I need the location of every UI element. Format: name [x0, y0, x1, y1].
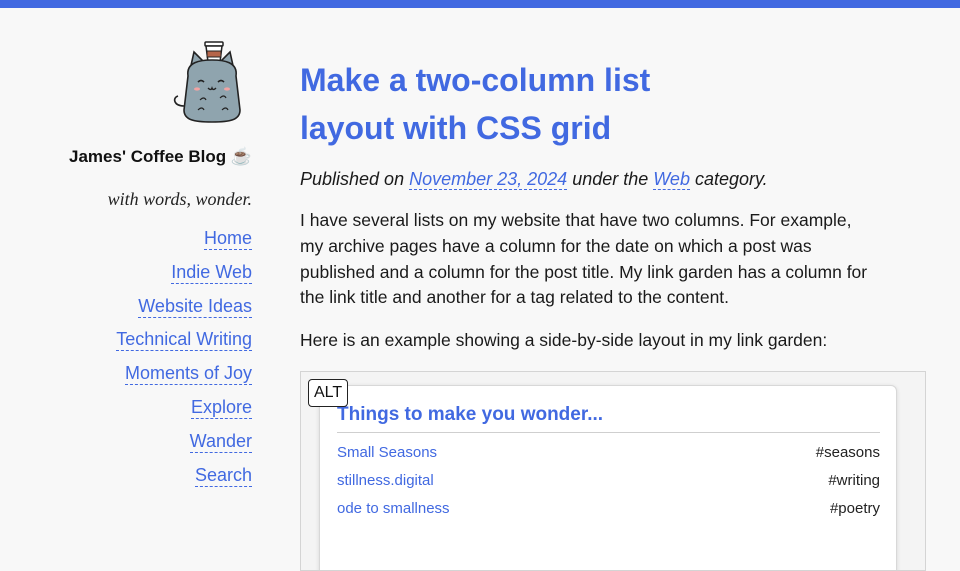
- blog-title[interactable]: James' Coffee Blog ☕: [60, 144, 252, 170]
- post-title: Make a two-column list layout with CSS g…: [300, 62, 651, 146]
- nav-item-search[interactable]: Search: [60, 459, 252, 493]
- nav-item-wander[interactable]: Wander: [60, 425, 252, 459]
- post-paragraph: Here is an example showing a side-by-sid…: [300, 330, 828, 351]
- alt-text-button[interactable]: ALT: [308, 378, 349, 407]
- blog-tagline: with words, wonder.: [107, 189, 252, 209]
- post-category-link[interactable]: Web: [653, 169, 690, 190]
- post-figure: ALT Things to make you wonder... Small S…: [300, 370, 926, 571]
- blog-avatar-link[interactable]: [60, 40, 252, 124]
- post-meta: Published on November 23, 2024 under the…: [300, 169, 768, 190]
- top-accent-bar: [0, 0, 960, 8]
- cat-with-coffee-avatar: [173, 41, 241, 123]
- nav-item-home[interactable]: Home: [60, 222, 252, 256]
- list-item: ode to smallness #poetry: [337, 500, 880, 524]
- screenshot-heading: Things to make you wonder...: [337, 403, 604, 425]
- nav-item-moments-of-joy[interactable]: Moments of Joy: [60, 357, 252, 391]
- list-item-tag: #writing: [828, 471, 880, 489]
- nav-item-explore[interactable]: Explore: [60, 391, 252, 425]
- sidebar: James' Coffee Blog ☕ with words, wonder.…: [60, 40, 252, 492]
- screenshot-divider: [337, 431, 880, 433]
- list-item-link: ode to smallness: [337, 499, 450, 517]
- post-date-link[interactable]: November 23, 2024: [409, 169, 568, 190]
- list-item-link: Small Seasons: [337, 443, 438, 461]
- list-item-tag: #poetry: [829, 499, 880, 517]
- link-garden-screenshot: Things to make you wonder... Small Seaso…: [319, 384, 897, 570]
- list-item: stillness.digital #writing: [337, 472, 880, 496]
- main-content: Make a two-column list layout with CSS g…: [300, 56, 926, 571]
- post-paragraph: I have several lists on my website that …: [300, 210, 868, 308]
- sidebar-nav: Home Indie Web Website Ideas Technical W…: [60, 222, 252, 492]
- list-item: Small Seasons #seasons: [337, 444, 880, 468]
- nav-item-technical-writing[interactable]: Technical Writing: [60, 323, 252, 357]
- list-item-tag: #seasons: [815, 443, 880, 461]
- nav-item-website-ideas[interactable]: Website Ideas: [60, 290, 252, 324]
- nav-item-indie-web[interactable]: Indie Web: [60, 256, 252, 290]
- list-item-link: stillness.digital: [337, 471, 434, 489]
